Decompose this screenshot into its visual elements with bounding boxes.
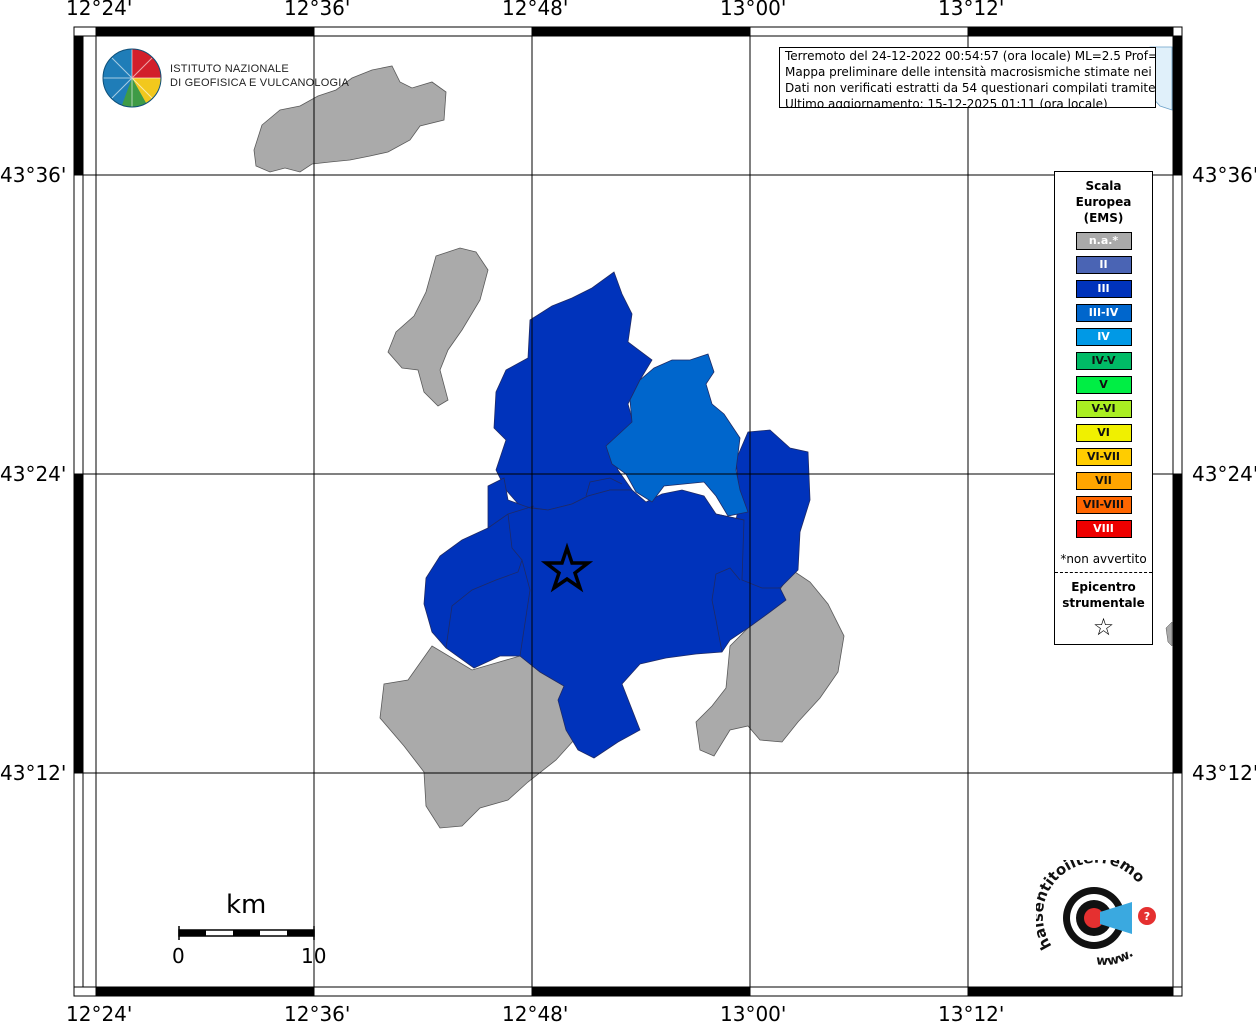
- legend-swatch-vi: VI: [1075, 424, 1132, 442]
- lat-label-left-1: 43°36': [0, 163, 67, 187]
- lat-label-right-2: 43°24': [1192, 462, 1256, 486]
- scale-min-label: 0: [172, 944, 185, 968]
- lon-label-top-3: 12°48': [502, 0, 569, 20]
- lat-label-left-2: 43°24': [0, 462, 67, 486]
- ingv-name-line2: DI GEOFISICA E VULCANOLOGIA: [170, 77, 349, 89]
- legend-swatch-iii: III: [1075, 280, 1132, 298]
- legend-swatch-vii: VII: [1075, 472, 1132, 490]
- lon-label-top-2: 12°36': [284, 0, 351, 20]
- municipality-na-northwest: [387, 247, 489, 407]
- event-info-line2: Mappa preliminare delle intensità macros…: [785, 65, 1155, 79]
- intensity-legend: Scala Europea (EMS) n.a.* II III III-IV IV IV…: [1054, 171, 1153, 645]
- haisentito-logo: haisentitoilterremoto.it www. ?: [1036, 860, 1156, 969]
- legend-swatch-vii-viii: VII-VIII: [1075, 496, 1132, 514]
- lon-label-top-4: 13°00': [720, 0, 787, 20]
- lon-label-bottom-2: 12°36': [284, 1002, 351, 1026]
- legend-swatch-ii: II: [1075, 256, 1132, 274]
- legend-swatch-viii: VIII: [1075, 520, 1132, 538]
- legend-items: n.a.* II III III-IV IV IV-V V V-VI VI VI-VII VII VI…: [1055, 232, 1152, 538]
- lat-label-left-3: 43°12': [0, 761, 67, 785]
- legend-swatch-v: V: [1075, 376, 1132, 394]
- legend-swatch-iii-iv: III-IV: [1075, 304, 1132, 322]
- ingv-logo: [102, 48, 162, 108]
- lon-label-bottom-5: 13°12': [938, 1002, 1005, 1026]
- lon-label-top-5: 13°12': [938, 0, 1005, 20]
- svg-text:?: ?: [1144, 910, 1150, 923]
- legend-title: Scala Europea (EMS): [1075, 179, 1132, 225]
- lon-label-bottom-3: 12°48': [502, 1002, 569, 1026]
- legend-swatch-n-a: n.a.*: [1075, 232, 1132, 250]
- lon-label-top-1: 12°24': [66, 0, 133, 20]
- event-info-box: Terremoto del 24-12-2022 00:54:57 (ora l…: [779, 47, 1156, 108]
- event-info-line4: Ultimo aggiornamento: 15-12-2025 01:11 (…: [785, 97, 1108, 108]
- legend-swatch-vi-vii: VI-VII: [1075, 448, 1132, 466]
- ingv-name: ISTITUTO NAZIONALE DI GEOFISICA E VULCAN…: [170, 62, 349, 90]
- lat-label-right-1: 43°36': [1192, 163, 1256, 187]
- legend-epicenter-icon: ☆: [1092, 613, 1115, 641]
- legend-swatch-iv: IV: [1075, 328, 1132, 346]
- lon-label-bottom-4: 13°00': [720, 1002, 787, 1026]
- event-info-line1: Terremoto del 24-12-2022 00:54:57 (ora l…: [785, 49, 1156, 63]
- svg-text:www.: www.: [1096, 946, 1137, 969]
- scale-bar: [178, 926, 315, 940]
- ingv-name-line1: ISTITUTO NAZIONALE: [170, 63, 289, 75]
- sea-area-east: [1165, 621, 1173, 647]
- lon-label-bottom-1: 12°24': [66, 1002, 133, 1026]
- scale-unit: km: [226, 890, 267, 920]
- scale-max-label: 10: [301, 944, 327, 968]
- lat-label-right-3: 43°12': [1192, 761, 1256, 785]
- legend-note: *non avvertito: [1055, 552, 1152, 573]
- legend-swatch-iv-v: IV-V: [1075, 352, 1132, 370]
- haisentito-www: www.: [1096, 946, 1137, 969]
- event-info-line3: Dati non verificati estratti da 54 quest…: [785, 81, 1156, 95]
- legend-epicenter-label: Epicentro strumentale: [1062, 580, 1145, 610]
- legend-swatch-v-vi: V-VI: [1075, 400, 1132, 418]
